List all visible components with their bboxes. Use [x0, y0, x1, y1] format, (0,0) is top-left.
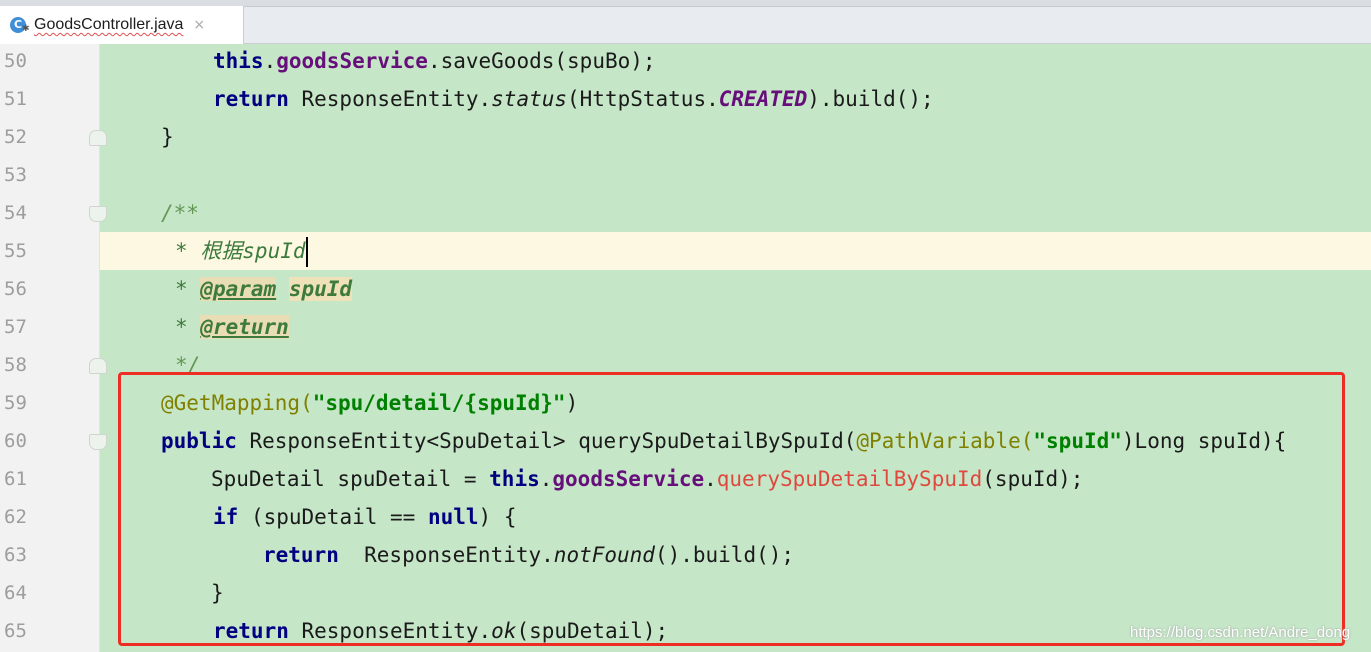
- code-text: * 根据spuId: [175, 232, 308, 270]
- close-tab-icon[interactable]: ×: [193, 17, 205, 33]
- code-token: ).build();: [807, 87, 934, 111]
- line-number: 64: [4, 582, 27, 604]
- line-number: 60: [4, 430, 27, 452]
- line-number: 56: [4, 278, 27, 300]
- code-token: * 根据spuId: [175, 239, 306, 263]
- code-text: }: [161, 118, 174, 156]
- code-line[interactable]: 55 * 根据spuId: [0, 232, 1371, 270]
- code-token: *: [175, 277, 201, 301]
- code-token: .saveGoods(spuBo);: [427, 49, 656, 73]
- watermark: https://blog.csdn.net/Andre_dong: [1130, 624, 1351, 641]
- fold-marker-icon[interactable]: [89, 130, 107, 146]
- code-token: goodsService: [276, 49, 428, 73]
- code-token: }: [161, 125, 174, 149]
- editor-tab-bar: C ✱ GoodsController.java ×: [0, 0, 1371, 44]
- line-number: 63: [4, 544, 27, 566]
- code-line[interactable]: 56 * @param spuId: [0, 270, 1371, 308]
- code-token: return: [213, 87, 289, 111]
- code-line[interactable]: 51 return ResponseEntity.status(HttpStatu…: [0, 80, 1371, 118]
- fold-marker-icon[interactable]: [89, 206, 107, 222]
- tab-filename: GoodsController.java: [34, 16, 184, 33]
- fold-marker-icon[interactable]: [89, 434, 107, 450]
- code-token: @return: [200, 315, 289, 339]
- tab-goods-controller[interactable]: C ✱ GoodsController.java ×: [0, 6, 244, 44]
- code-line[interactable]: 50 this.goodsService.saveGoods(spuBo);: [0, 42, 1371, 80]
- code-line[interactable]: 53: [0, 156, 1371, 194]
- line-number: 57: [4, 316, 27, 338]
- line-number: 61: [4, 468, 27, 490]
- text-caret: [305, 237, 308, 267]
- line-number: 65: [4, 620, 27, 642]
- highlight-annotation-box: [118, 372, 1345, 646]
- code-text: * @param spuId: [175, 270, 353, 308]
- code-text: this.goodsService.saveGoods(spuBo);: [213, 42, 656, 80]
- code-token: status: [491, 87, 568, 111]
- code-line[interactable]: 54 /**: [0, 194, 1371, 232]
- line-number: 55: [4, 240, 27, 262]
- code-token: @param: [200, 277, 277, 301]
- line-number: 62: [4, 506, 27, 528]
- fold-marker-icon[interactable]: [89, 358, 107, 374]
- code-token: .: [263, 49, 277, 73]
- code-line[interactable]: 52}: [0, 118, 1371, 156]
- code-text: * @return: [175, 308, 289, 346]
- line-number: 50: [4, 50, 27, 72]
- file-status-icon: ✱: [22, 24, 30, 34]
- line-number: 51: [4, 88, 27, 110]
- line-number: 54: [4, 202, 27, 224]
- code-text: /**: [161, 194, 199, 232]
- code-token: spuId: [288, 277, 353, 301]
- code-token: *: [175, 315, 201, 339]
- code-token: CREATED: [718, 87, 808, 111]
- line-number: 59: [4, 392, 27, 414]
- line-number: 58: [4, 354, 27, 376]
- line-number: 52: [4, 126, 27, 148]
- code-token: (HttpStatus.: [567, 87, 719, 111]
- line-number: 53: [4, 164, 27, 186]
- code-line[interactable]: 57 * @return: [0, 308, 1371, 346]
- code-token: this: [213, 49, 264, 73]
- code-token: /**: [161, 201, 199, 225]
- code-text: return ResponseEntity.status(HttpStatus.…: [213, 80, 934, 118]
- code-token: ResponseEntity.: [288, 87, 492, 111]
